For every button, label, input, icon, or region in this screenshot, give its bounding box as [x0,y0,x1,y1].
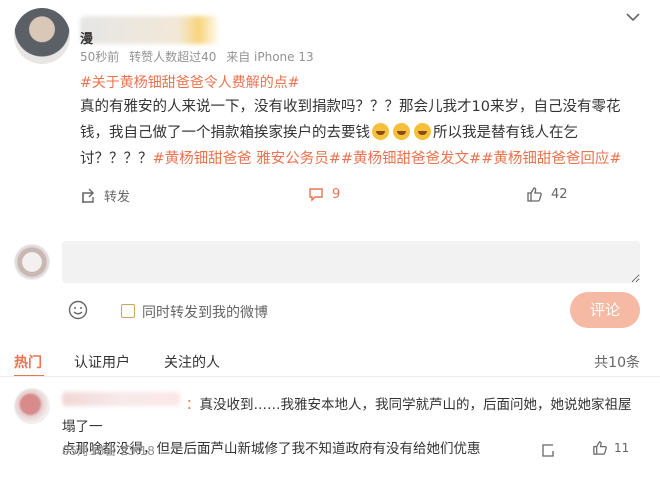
like-count: 42 [551,187,568,202]
content-line-2: 钱，我自己做了一个捐款箱挨家挨户的去要钱 [80,125,370,141]
smile-icon[interactable] [68,300,88,320]
tab-following[interactable]: 关注的人 [164,352,220,372]
like-button[interactable]: 42 [526,186,568,203]
comment-like-count: 11 [614,441,630,455]
comment-button[interactable]: 9 [308,186,340,202]
comment-input[interactable] [62,241,640,283]
more-icon[interactable] [626,12,640,22]
laugh-cry-emoji [372,123,389,140]
comment-tabs: 热门 认证用户 关注的人 共10条 [0,348,660,377]
comment-total: 共10条 [594,355,640,371]
hashtag-links[interactable]: #黄杨钿甜爸爸 雅安公务员##黄杨钿甜爸爸发文##黄杨钿甜爸爸回应# [153,151,622,167]
avatar[interactable] [14,8,70,64]
comment-line-1: 真没收到……我雅安本地人，我同学就芦山的，后面问她，她说她家祖屋塌了一 [62,397,632,435]
laugh-cry-emoji [393,123,410,140]
commenter-name[interactable]: ： [186,397,200,413]
my-avatar[interactable] [14,244,50,280]
divider [0,376,660,377]
share-icon[interactable] [540,442,556,458]
forward-icon [82,188,94,203]
forward-label: 转发 [104,190,131,205]
commenter-avatar[interactable] [14,388,50,424]
username-blur [80,16,220,44]
comment-count: 9 [332,186,341,202]
post-content: 真的有雅安的人来说一下，没有收到捐款吗？？？那会儿我才10来岁，自己没有零花 钱… [80,94,640,172]
laugh-cry-emoji [414,123,431,140]
tab-hot[interactable]: 热门 [14,352,42,372]
post-time[interactable]: 50秒前 [80,50,119,64]
topic-tag[interactable]: #关于黄杨钿甜爸爸令人费解的点# [80,72,299,92]
post-likes-info: 转赞人数超过40 [129,50,217,64]
username-area[interactable]: 漫 [80,10,220,47]
comment-item: ：真没收到……我雅安本地人，我同学就芦山的，后面问她，她说她家祖屋塌了一 点那啥… [0,382,660,486]
weibo-post: 漫 50秒前 转赞人数超过40 来自 iPhone 13 #关于黄杨钿甜爸爸令人… [0,0,660,220]
reply-area: 同时转发到我的微博 评论 [0,230,660,340]
content-line-3: 讨？？？？ [80,151,153,167]
username[interactable]: 漫 [80,28,93,47]
forward-button[interactable]: 转发 [80,186,130,205]
like-icon [593,441,607,455]
forward-checkbox[interactable] [121,304,135,318]
like-icon [527,187,542,202]
forward-checkbox-label[interactable]: 同时转发到我的微博 [142,302,268,322]
content-line-1: 真的有雅安的人来说一下，没有收到捐款吗？？？那会儿我才10来岁，自己没有零花 [80,99,621,115]
submit-comment-button[interactable]: 评论 [570,292,640,328]
comment-time: 05月18日 23:18 [62,444,155,458]
content-line-2b: 所以我是替有钱人在乞 [433,125,578,141]
post-meta: 50秒前 转赞人数超过40 来自 iPhone 13 [80,48,320,65]
post-source: 来自 iPhone 13 [226,50,314,64]
comment-icon [309,188,323,202]
tab-certified[interactable]: 认证用户 [74,352,130,372]
comment-like-button[interactable]: 11 [592,440,629,456]
post-actions: 转发 9 42 [80,186,640,208]
